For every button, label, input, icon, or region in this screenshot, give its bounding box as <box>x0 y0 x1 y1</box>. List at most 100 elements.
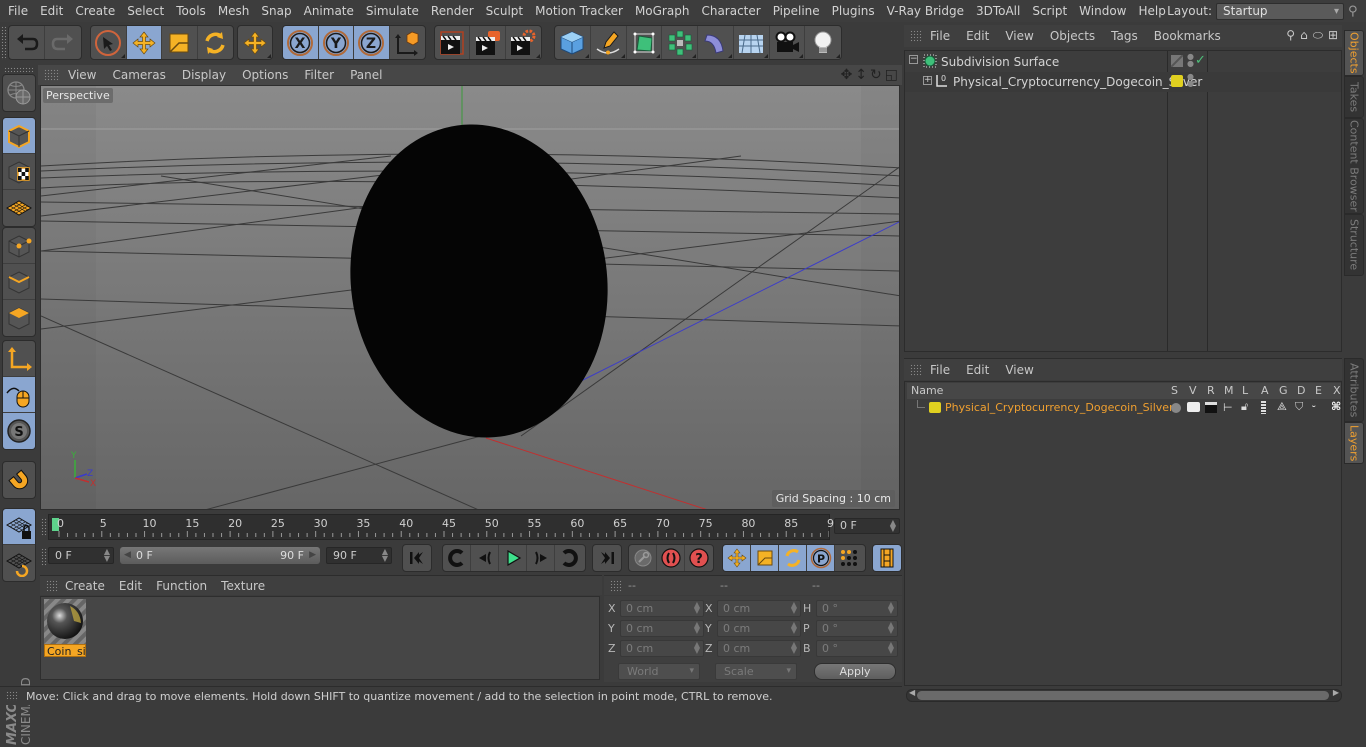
objects-menu-objects[interactable]: Objects <box>1042 29 1103 43</box>
scale-tool-button[interactable] <box>162 26 198 59</box>
record-active-objects-button[interactable] <box>629 545 657 571</box>
objects-menu-bookmarks[interactable]: Bookmarks <box>1146 29 1229 43</box>
menu-animate[interactable]: Animate <box>298 4 360 18</box>
object-row[interactable]: − Subdivision Surface ● ● ✓ <box>905 52 1341 72</box>
viewport-menu-display[interactable]: Display <box>174 68 234 82</box>
next-keyframe-button[interactable] <box>555 545 583 571</box>
scroll-left-arrow[interactable]: ◀ <box>909 688 915 697</box>
go-to-start-button[interactable] <box>403 545 431 571</box>
menu-3dtoall[interactable]: 3DToAll <box>970 4 1026 18</box>
menu-help[interactable]: Help <box>1132 4 1171 18</box>
key-parameter-button[interactable]: P <box>807 545 835 571</box>
range-right-arrow[interactable]: ▶ <box>309 547 316 564</box>
rotation-p-field[interactable]: 0 ° ▲ ▼ <box>816 620 898 637</box>
panel-grip[interactable] <box>6 691 18 701</box>
tab-takes[interactable]: Takes <box>1344 76 1364 118</box>
visibility-dots[interactable]: ● ● <box>1187 73 1194 88</box>
panel-grip[interactable] <box>41 548 47 566</box>
material-menu-create[interactable]: Create <box>58 579 112 593</box>
previous-frame-button[interactable] <box>471 545 499 571</box>
objects-menu-view[interactable]: View <box>997 29 1041 43</box>
horizontal-scrollbar[interactable]: ◀ ▶ <box>906 688 1342 702</box>
search-icon[interactable]: ⚲ <box>1286 28 1295 43</box>
layer-none-icon[interactable] <box>1171 55 1183 67</box>
expand-toggle[interactable]: + <box>923 76 932 85</box>
go-to-end-button[interactable] <box>593 545 621 571</box>
new-window-icon[interactable]: ⊞ <box>1328 28 1338 43</box>
recent-tool-button[interactable] <box>238 26 272 59</box>
objects-menu-tags[interactable]: Tags <box>1103 29 1146 43</box>
visible-eye-icon[interactable] <box>1187 402 1200 412</box>
model-mode-button[interactable] <box>3 118 35 154</box>
layer-color-swatch[interactable] <box>929 402 941 413</box>
layers-menu-edit[interactable]: Edit <box>958 363 997 377</box>
coordinate-system-button[interactable] <box>390 26 425 59</box>
subdivision-surface-button[interactable] <box>627 26 663 59</box>
toolbar-grip[interactable] <box>4 67 34 72</box>
menu-edit[interactable]: Edit <box>34 4 69 18</box>
workplane-align-button[interactable] <box>3 545 35 581</box>
orbit-icon[interactable]: ↻ <box>870 67 882 83</box>
menu-vray-bridge[interactable]: V-Ray Bridge <box>881 4 970 18</box>
undo-button[interactable] <box>9 26 45 59</box>
layers-menu-file[interactable]: File <box>922 363 958 377</box>
panel-grip[interactable] <box>44 69 60 81</box>
preview-range-slider[interactable]: ◀ 0 F 90 F ▶ <box>120 547 320 564</box>
y-axis-button[interactable]: Y <box>318 26 354 59</box>
points-mode-button[interactable] <box>3 228 35 264</box>
timeline-window-button[interactable] <box>873 545 901 571</box>
layers-menu-view[interactable]: View <box>997 363 1041 377</box>
layout-dropdown[interactable]: Startup <box>1216 2 1344 20</box>
rotation-b-field[interactable]: 0 ° ▲ ▼ <box>816 640 898 657</box>
viewport-menu-options[interactable]: Options <box>234 68 296 82</box>
camera-button[interactable] <box>770 26 806 59</box>
make-editable-button[interactable] <box>3 75 35 111</box>
home-icon[interactable]: ⌂ <box>1300 28 1308 43</box>
deformer-icon[interactable]: ⛉ <box>1295 400 1303 414</box>
material-menu-texture[interactable]: Texture <box>214 579 272 593</box>
menu-motion-tracker[interactable]: Motion Tracker <box>529 4 629 18</box>
cube-button[interactable] <box>555 26 591 59</box>
menu-script[interactable]: Script <box>1026 4 1073 18</box>
dogecoin-silver-coin[interactable] <box>330 108 627 455</box>
column-render[interactable]: R <box>1207 384 1215 397</box>
pan-icon[interactable]: ✥ <box>841 67 853 83</box>
xref-icon[interactable]: ⌘ <box>1331 400 1341 413</box>
tab-structure[interactable]: Structure <box>1344 214 1364 276</box>
perspective-viewport[interactable]: Y Z X Perspective Grid Spacing : 10 cm <box>40 85 900 510</box>
size-y-field[interactable]: 0 cm ▲ ▼ <box>717 620 801 637</box>
panel-grip[interactable] <box>610 580 622 592</box>
viewport-menu-cameras[interactable]: Cameras <box>104 68 173 82</box>
pen-spline-button[interactable] <box>591 26 627 59</box>
panel-grip[interactable] <box>910 363 922 376</box>
keyframe-selection-button[interactable]: ? <box>685 545 713 571</box>
menu-sculpt[interactable]: Sculpt <box>480 4 529 18</box>
tweak-mode-button[interactable] <box>3 377 35 413</box>
menu-pipeline[interactable]: Pipeline <box>767 4 826 18</box>
rotate-tool-button[interactable] <box>198 26 233 59</box>
render-settings-button[interactable] <box>506 26 541 59</box>
column-generators[interactable]: G <box>1279 384 1288 397</box>
search-icon[interactable]: ⚲ <box>1348 4 1366 19</box>
size-z-field[interactable]: 0 cm ▲ ▼ <box>717 640 801 657</box>
column-locked[interactable]: L <box>1242 384 1248 397</box>
objects-menu-edit[interactable]: Edit <box>958 29 997 43</box>
x-axis-button[interactable]: X <box>283 26 319 59</box>
range-left-arrow[interactable]: ◀ <box>124 547 131 564</box>
toggle-layout-icon[interactable]: ◱ <box>885 67 898 83</box>
light-button[interactable] <box>805 26 841 59</box>
scrollbar-thumb[interactable] <box>917 691 1329 700</box>
position-z-field[interactable]: 0 cm ▲ ▼ <box>620 640 704 657</box>
size-mode-dropdown[interactable]: Scale <box>715 663 797 680</box>
column-name[interactable]: Name <box>911 384 943 397</box>
autokeying-button[interactable] <box>657 545 685 571</box>
material-menu-edit[interactable]: Edit <box>112 579 149 593</box>
key-scale-button[interactable] <box>751 545 779 571</box>
column-deformers[interactable]: D <box>1297 384 1305 397</box>
scroll-right-arrow[interactable]: ▶ <box>1333 688 1339 697</box>
dolly-icon[interactable]: ↕ <box>855 67 867 83</box>
menu-mesh[interactable]: Mesh <box>212 4 256 18</box>
previous-keyframe-button[interactable] <box>443 545 471 571</box>
tab-content-browser[interactable]: Content Browser <box>1344 118 1364 214</box>
key-rotation-button[interactable] <box>779 545 807 571</box>
